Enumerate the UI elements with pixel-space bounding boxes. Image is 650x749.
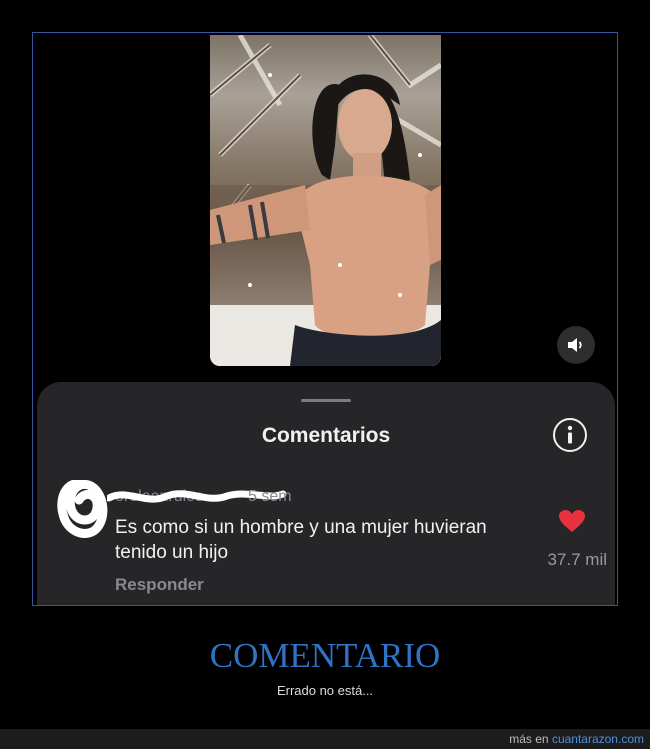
video-preview[interactable] — [210, 35, 441, 366]
footer-site-link[interactable]: cuantarazon.com — [552, 732, 644, 746]
heart-icon[interactable] — [559, 510, 585, 533]
comment-item: oreleonrulos 5 sem Es como si un hombre … — [37, 480, 615, 602]
volume-button[interactable] — [557, 326, 595, 364]
caption-title: COMENTARIO — [209, 636, 441, 675]
sheet-drag-handle[interactable] — [301, 399, 351, 402]
sheet-title: Comentarios — [261, 424, 391, 447]
footer-prefix: más en — [509, 732, 549, 746]
video-thumbnail-image — [210, 35, 441, 366]
site-footer: más en cuantarazon.com — [0, 729, 650, 749]
info-button[interactable] — [553, 418, 587, 452]
volume-icon — [568, 338, 582, 352]
comment-text: Es como si un hombre y una mujer huviera… — [115, 517, 487, 563]
caption-subtitle: Errado no está... — [276, 683, 374, 698]
reply-button[interactable]: Responder — [115, 575, 204, 595]
like-count: 37.7 mil — [547, 550, 607, 569]
info-icon — [567, 425, 573, 444]
censored-avatar[interactable] — [55, 480, 115, 538]
comment-time: 5 sem — [248, 488, 292, 505]
screenshot-frame: Comentarios oreleonrulos 5 sem Es como s… — [32, 32, 618, 606]
comments-sheet: Comentarios oreleonrulos 5 sem Es como s… — [37, 382, 615, 605]
